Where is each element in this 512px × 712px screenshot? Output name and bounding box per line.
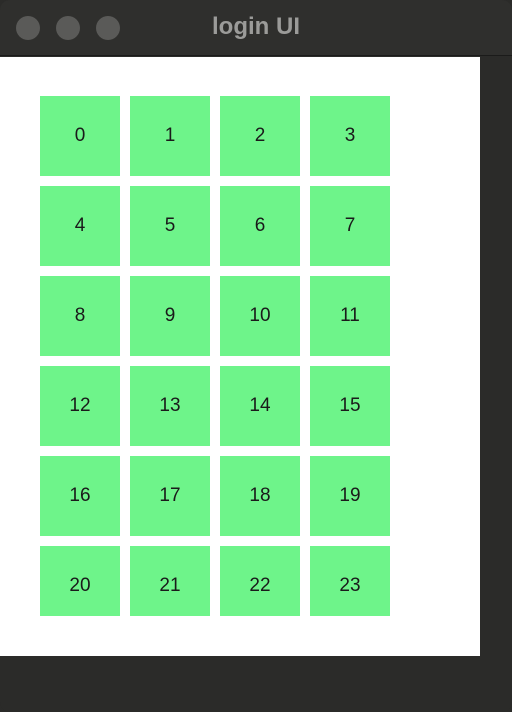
grid-cell-17[interactable]: 17 [130, 456, 210, 536]
content-area: 0 1 2 3 4 5 6 7 8 9 10 11 12 13 14 15 16… [0, 57, 480, 656]
grid-cell-20[interactable]: 20 [40, 546, 120, 616]
grid-cell-10[interactable]: 10 [220, 276, 300, 356]
grid-cell-16[interactable]: 16 [40, 456, 120, 536]
grid-cell-0[interactable]: 0 [40, 96, 120, 176]
grid-cell-21[interactable]: 21 [130, 546, 210, 616]
title-bar[interactable]: login UI [0, 0, 512, 56]
grid-cell-13[interactable]: 13 [130, 366, 210, 446]
grid-cell-5[interactable]: 5 [130, 186, 210, 266]
grid-cell-7[interactable]: 7 [310, 186, 390, 266]
grid-cell-22[interactable]: 22 [220, 546, 300, 616]
grid-cell-12[interactable]: 12 [40, 366, 120, 446]
number-grid: 0 1 2 3 4 5 6 7 8 9 10 11 12 13 14 15 16… [40, 96, 390, 616]
app-window: login UI 0 1 2 3 4 5 6 7 8 9 10 11 12 13… [0, 0, 512, 712]
grid-cell-6[interactable]: 6 [220, 186, 300, 266]
grid-cell-4[interactable]: 4 [40, 186, 120, 266]
grid-cell-19[interactable]: 19 [310, 456, 390, 536]
grid-cell-2[interactable]: 2 [220, 96, 300, 176]
grid-cell-9[interactable]: 9 [130, 276, 210, 356]
grid-cell-8[interactable]: 8 [40, 276, 120, 356]
grid-cell-18[interactable]: 18 [220, 456, 300, 536]
grid-cell-11[interactable]: 11 [310, 276, 390, 356]
window-title: login UI [212, 13, 300, 40]
grid-cell-14[interactable]: 14 [220, 366, 300, 446]
grid-cell-1[interactable]: 1 [130, 96, 210, 176]
grid-cell-15[interactable]: 15 [310, 366, 390, 446]
grid-cell-23[interactable]: 23 [310, 546, 390, 616]
grid-cell-3[interactable]: 3 [310, 96, 390, 176]
